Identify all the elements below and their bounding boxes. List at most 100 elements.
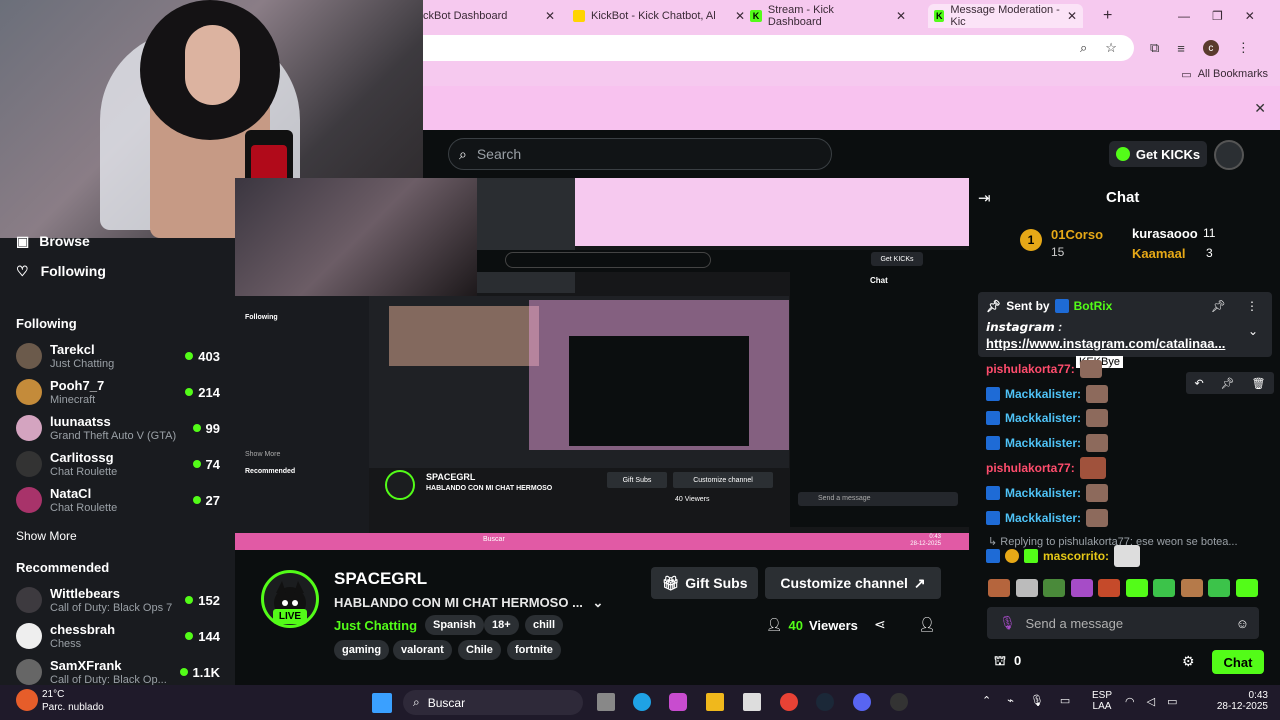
battery-icon[interactable]: ▭ [1167,695,1177,708]
leader-name[interactable]: Kaamaal [1132,246,1185,261]
chat-message[interactable]: Mackkalister: [986,384,1109,404]
following-item[interactable]: Carlitossg Chat Roulette 74 [16,446,220,482]
emote[interactable] [1015,579,1038,597]
share-icon[interactable]: ⋖ [874,616,886,633]
edge-icon[interactable] [633,693,651,711]
volume-icon[interactable]: ◁ [1147,695,1155,708]
delete-icon[interactable]: 🗑︎ [1252,377,1266,390]
tag[interactable]: Chile [458,640,501,660]
tab-kickbot[interactable]: KickBot - Kick Chatbot, Al ✕ [573,4,745,28]
omnibox[interactable] [423,35,1134,61]
new-tab-button[interactable]: + [1103,4,1112,28]
taskbar-search[interactable]: ⌕ Buscar [403,690,583,715]
tag[interactable]: fortnite [507,640,561,660]
chat-message[interactable]: pishulakorta77: [986,457,1106,479]
close-icon[interactable]: ✕ [735,9,745,23]
emote[interactable] [1235,579,1258,597]
search-input[interactable]: ⌕ Search [448,138,832,170]
copilot-icon[interactable] [669,693,687,711]
profile-avatar[interactable]: c [1202,40,1219,56]
following-item[interactable]: Tarekcl Just Chatting 403 [16,338,220,374]
chat-message[interactable]: Mackkalister: [986,483,1109,503]
display-icon[interactable]: ▭ [1060,694,1070,707]
extensions-icon[interactable]: ⧉ [1150,40,1159,56]
tag[interactable]: gaming [334,640,390,660]
obs-icon[interactable] [890,693,908,711]
tab-kickbot-dashboard[interactable]: ckBot Dashboard ✕ [423,4,555,28]
leader-name[interactable]: 01Corso [1051,227,1103,242]
collapse-chat-icon[interactable]: ⇥ [978,189,991,207]
chrome-icon[interactable] [780,693,798,711]
close-window-icon[interactable]: ✕ [1245,9,1255,23]
tag[interactable]: 18+ [484,615,519,635]
reply-icon[interactable]: ↶ [1194,377,1203,390]
discord-icon[interactable] [853,693,871,711]
emote[interactable] [1208,579,1231,597]
emote[interactable] [988,579,1010,597]
store-icon[interactable] [743,693,761,711]
send-chat-button[interactable]: Chat [1212,650,1264,674]
mic-icon[interactable]: 🎙︎ [999,615,1016,631]
menu-icon[interactable]: ⋮ [1237,40,1250,56]
more-icon[interactable]: ⋮ [1246,299,1258,313]
show-more-link[interactable]: Show More [16,529,77,543]
wifi-icon[interactable]: ◠ [1125,695,1135,708]
mic-icon[interactable]: 🎙︎ [1030,694,1044,707]
network-off-icon[interactable]: ⌁ [1007,694,1014,707]
recommended-item[interactable]: Wittlebears Call of Duty: Black Ops 7 152 [16,582,220,618]
leader-name[interactable]: kurasaooo [1132,226,1198,241]
tag[interactable]: Spanish [425,615,484,635]
chat-message[interactable]: Mackkalister: [986,433,1109,453]
pin-icon[interactable]: 📌︎ [1221,377,1235,390]
tag[interactable]: valorant [393,640,452,660]
chevron-up-icon[interactable]: ⌃ [982,694,991,707]
gift-subs-button[interactable]: 🎁︎ Gift Subs [651,567,758,599]
windows-start-icon[interactable] [372,693,392,713]
emote[interactable] [1153,579,1176,597]
stream-category[interactable]: Just Chatting [334,618,417,633]
emote[interactable] [1070,579,1093,597]
chat-input[interactable]: 🎙︎ Send a message ☺ [987,607,1259,639]
video-player[interactable]: Get KICKs Following Show More Recommende… [235,178,969,550]
close-icon[interactable]: ✕ [545,9,555,23]
close-icon[interactable]: ✕ [896,9,906,23]
unpin-icon[interactable]: 📌︎ [1211,299,1226,313]
weather-desc[interactable]: Parc. nublado [42,702,104,713]
emote[interactable] [1180,579,1203,597]
emote[interactable] [1098,579,1121,597]
weather-temp[interactable]: 21°C [42,689,64,700]
user-avatar[interactable] [1214,140,1244,170]
recommended-item[interactable]: chessbrah Chess 144 [16,618,220,654]
chat-message[interactable]: pishulakorta77: [986,359,1102,379]
task-view-icon[interactable] [597,693,615,711]
emoji-icon[interactable]: ☺ [1236,616,1249,631]
tag[interactable]: chill [525,615,564,635]
maximize-icon[interactable]: ❐ [1212,9,1223,23]
channel-points[interactable]: ⛫ 0 [994,653,1021,671]
chat-message[interactable]: Mackkalister: [986,408,1109,428]
language-indicator[interactable]: ESP LAA [1092,690,1112,712]
chat-message[interactable]: Mackkalister: [986,508,1109,528]
close-icon[interactable]: ✕ [1067,9,1077,23]
emote[interactable] [1043,579,1066,597]
following-item[interactable]: luunaatss Grand Theft Auto V (GTA) 99 [16,410,220,446]
chevron-down-icon[interactable]: ⌄ [1248,324,1258,338]
get-kicks-button[interactable]: Get KICKs [1109,141,1207,167]
streamer-name[interactable]: SPACEGRL [334,569,427,589]
gear-icon[interactable]: ⚙ [1182,653,1195,670]
zoom-icon[interactable]: ⌕ [1080,40,1087,56]
chat-message[interactable]: mascorrito: [986,545,1141,567]
sidebar-browse[interactable]: ▣ Browse [16,233,90,250]
sidebar-following-nav[interactable]: ♡ Following [16,263,106,280]
following-item[interactable]: NataCl Chat Roulette 27 [16,482,220,518]
steam-icon[interactable] [816,693,834,711]
star-icon[interactable]: ☆ [1105,40,1117,56]
follow-icon[interactable]: 👤︎ [918,616,936,633]
tab-message-moderation[interactable]: K Message Moderation - Kic ✕ [928,4,1083,28]
emote[interactable] [1125,579,1148,597]
tab-stream[interactable]: K Stream - Kick Dashboard ✕ [750,4,906,28]
pinned-message[interactable]: 📌︎ Sent by BotRix 𝙞𝙣𝙨𝙩𝙖𝙜𝙧𝙖𝙢 : https://ww… [978,292,1272,357]
media-icon[interactable]: ≡ [1177,41,1185,56]
minimize-icon[interactable]: — [1178,9,1190,23]
chevron-down-icon[interactable]: ⌄ [593,595,604,610]
